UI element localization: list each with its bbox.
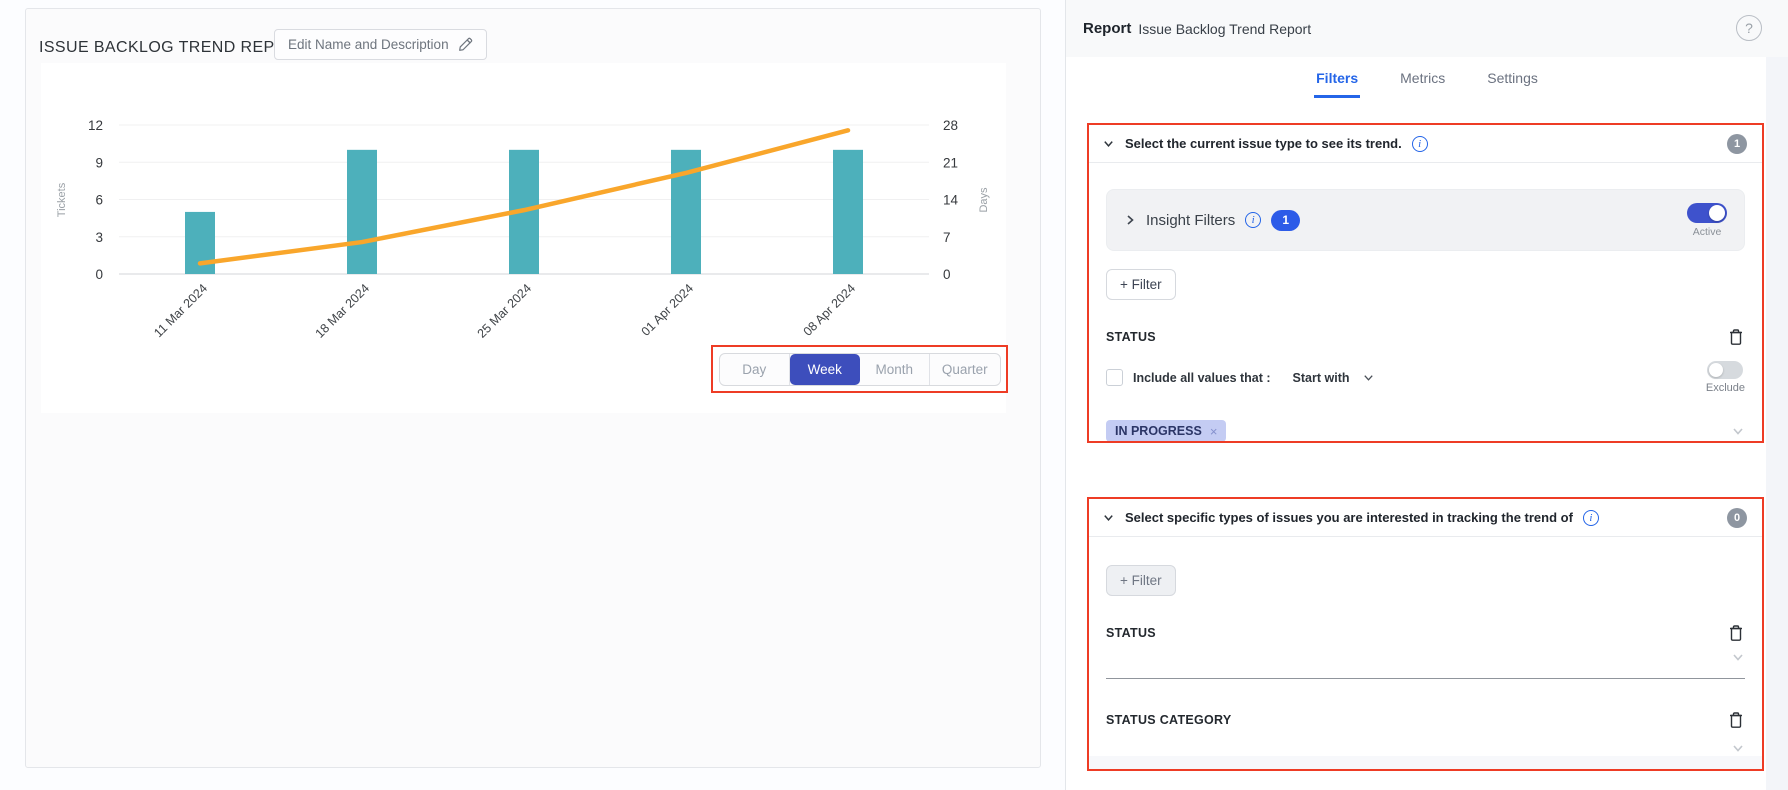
report-chart-card: ISSUE BACKLOG TREND REPORT Edit Name and… xyxy=(25,8,1041,768)
chevron-down-icon[interactable] xyxy=(1731,741,1745,755)
svg-text:7: 7 xyxy=(943,230,951,245)
status-chip-in-progress[interactable]: IN PROGRESS × xyxy=(1106,420,1226,442)
report-config-panel: Report Issue Backlog Trend Report ? Filt… xyxy=(1065,0,1788,790)
filter-section-current-issue-type: Select the current issue type to see its… xyxy=(1087,123,1764,443)
exclude-toggle-label: Exclude xyxy=(1706,382,1745,394)
include-all-checkbox[interactable] xyxy=(1106,369,1123,386)
panel-header-title: Issue Backlog Trend Report xyxy=(1138,21,1311,37)
svg-text:25 Mar 2024: 25 Mar 2024 xyxy=(475,281,535,341)
section-1-count-badge: 1 xyxy=(1727,134,1747,154)
status-field-header: STATUS xyxy=(1106,328,1745,346)
info-icon[interactable]: i xyxy=(1412,136,1428,152)
svg-text:11 Mar 2024: 11 Mar 2024 xyxy=(151,281,210,340)
page-title: ISSUE BACKLOG TREND REPORT xyxy=(39,39,309,57)
include-all-label: Include all values that : xyxy=(1133,371,1271,385)
svg-text:18 Mar 2024: 18 Mar 2024 xyxy=(313,281,373,341)
section-2-title: Select specific types of issues you are … xyxy=(1125,510,1573,525)
section-2-count-badge: 0 xyxy=(1727,508,1747,528)
section-2-body: + Filter STATUS xyxy=(1089,537,1762,755)
status-category-field-label: STATUS CATEGORY xyxy=(1106,713,1232,727)
include-values-row: Include all values that : Start with Exc… xyxy=(1106,361,1745,394)
add-filter-button[interactable]: + Filter xyxy=(1106,565,1176,596)
trash-icon[interactable] xyxy=(1727,711,1745,729)
tab-filters[interactable]: Filters xyxy=(1314,64,1360,98)
pencil-icon xyxy=(458,37,473,52)
info-icon[interactable]: i xyxy=(1245,212,1261,228)
exclude-toggle-group: Exclude xyxy=(1706,361,1745,394)
svg-text:28: 28 xyxy=(943,118,958,133)
svg-text:01 Apr 2024: 01 Apr 2024 xyxy=(639,281,697,339)
svg-text:9: 9 xyxy=(95,155,103,170)
status-category-field-group: STATUS CATEGORY xyxy=(1106,711,1745,755)
active-toggle[interactable] xyxy=(1687,203,1727,223)
tab-settings[interactable]: Settings xyxy=(1485,64,1540,98)
insight-filters-label: Insight Filters xyxy=(1146,212,1235,229)
section-1-body: Insight Filters i 1 Active + Filter STAT… xyxy=(1089,189,1762,443)
granularity-day[interactable]: Day xyxy=(720,354,791,385)
svg-text:0: 0 xyxy=(95,267,103,282)
operator-value: Start with xyxy=(1293,371,1350,385)
chip-label: IN PROGRESS xyxy=(1115,424,1202,438)
chevron-right-icon xyxy=(1124,214,1136,226)
filter-section-specific-issue-types: Select specific types of issues you are … xyxy=(1087,497,1764,771)
granularity-week[interactable]: Week xyxy=(790,354,860,385)
status-values-row: IN PROGRESS × xyxy=(1106,420,1745,442)
tab-metrics[interactable]: Metrics xyxy=(1398,64,1447,98)
section-2-header[interactable]: Select specific types of issues you are … xyxy=(1089,499,1762,537)
granularity-quarter[interactable]: Quarter xyxy=(930,354,1000,385)
chevron-down-icon xyxy=(1102,511,1115,524)
insight-toggle-group: Active xyxy=(1687,203,1727,238)
svg-text:3: 3 xyxy=(95,230,103,245)
active-toggle-label: Active xyxy=(1693,226,1722,238)
panel-scroll-area[interactable] xyxy=(1766,57,1788,790)
svg-text:14: 14 xyxy=(943,193,959,208)
edit-name-description-button[interactable]: Edit Name and Description xyxy=(274,29,487,60)
trash-icon[interactable] xyxy=(1727,624,1745,642)
chevron-down-icon[interactable] xyxy=(1731,650,1745,664)
granularity-switcher: Day Week Month Quarter xyxy=(719,353,1001,386)
exclude-toggle[interactable] xyxy=(1707,361,1743,379)
chip-remove-icon[interactable]: × xyxy=(1210,424,1218,439)
panel-header-label: Report xyxy=(1083,20,1131,37)
panel-tabs: Filters Metrics Settings xyxy=(1066,64,1788,98)
svg-text:21: 21 xyxy=(943,155,958,170)
help-icon[interactable]: ? xyxy=(1736,15,1762,41)
svg-text:6: 6 xyxy=(95,193,103,208)
status-dropdown xyxy=(1106,650,1745,664)
chevron-down-icon[interactable] xyxy=(1731,424,1745,438)
info-icon[interactable]: i xyxy=(1583,510,1599,526)
svg-text:0: 0 xyxy=(943,267,951,282)
svg-text:08 Apr 2024: 08 Apr 2024 xyxy=(801,281,859,339)
section-1-title: Select the current issue type to see its… xyxy=(1125,136,1402,151)
granularity-month[interactable]: Month xyxy=(860,354,931,385)
add-filter-label: + Filter xyxy=(1120,277,1162,292)
add-filter-button[interactable]: + Filter xyxy=(1106,269,1176,300)
status-field-label: STATUS xyxy=(1106,330,1156,344)
status-category-field-header: STATUS CATEGORY xyxy=(1106,711,1745,729)
edit-button-label: Edit Name and Description xyxy=(288,37,449,52)
status-input-underline xyxy=(1106,678,1745,679)
section-1-header[interactable]: Select the current issue type to see its… xyxy=(1089,125,1762,163)
insight-filters-count-badge: 1 xyxy=(1271,210,1300,231)
status-field-header: STATUS xyxy=(1106,624,1745,642)
svg-text:12: 12 xyxy=(88,118,103,133)
section-2-footer-strip xyxy=(1089,756,1762,769)
panel-header: Report Issue Backlog Trend Report xyxy=(1066,0,1788,57)
svg-text:Days: Days xyxy=(978,187,990,213)
app-root: ISSUE BACKLOG TREND REPORT Edit Name and… xyxy=(0,0,1788,790)
operator-dropdown[interactable]: Start with xyxy=(1293,371,1375,385)
status-category-dropdown xyxy=(1106,741,1745,755)
status-field-group: STATUS xyxy=(1106,624,1745,679)
granularity-highlight-box: Day Week Month Quarter xyxy=(711,345,1008,393)
status-field-label: STATUS xyxy=(1106,626,1156,640)
add-filter-label: + Filter xyxy=(1120,573,1162,588)
insight-filters-row[interactable]: Insight Filters i 1 Active xyxy=(1106,189,1745,251)
chevron-down-icon xyxy=(1102,137,1115,150)
chevron-down-icon xyxy=(1362,371,1375,384)
trash-icon[interactable] xyxy=(1727,328,1745,346)
svg-text:Tickets: Tickets xyxy=(56,182,68,217)
